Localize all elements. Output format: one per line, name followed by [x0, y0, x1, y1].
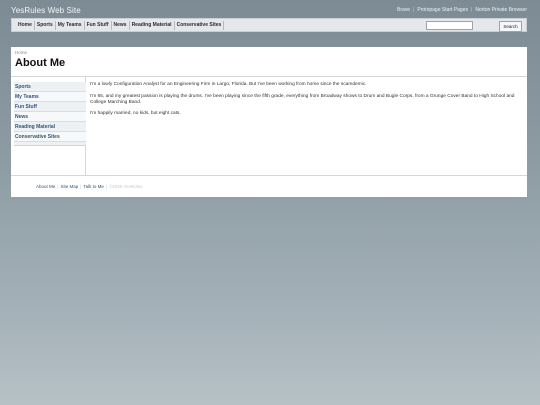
search-button[interactable]: Search	[499, 21, 522, 32]
page-container: Home About Me Sports My Teams Fun Stuff …	[11, 47, 527, 197]
sidebar-list: Sports My Teams Fun Stuff News Reading M…	[14, 82, 86, 146]
toplink-protopage[interactable]: Protopage Start Pages	[417, 7, 468, 13]
footer-link-talk-to-me[interactable]: Talk to Me	[83, 184, 104, 189]
separator: |	[57, 184, 59, 189]
sidebar-item-my-teams[interactable]: My Teams	[14, 92, 86, 102]
nav-item-reading-material[interactable]: Reading Material	[130, 20, 175, 30]
sidebar-item-conservative-sites[interactable]: Conservative Sites	[14, 132, 86, 142]
search-input[interactable]	[426, 21, 473, 30]
sidebar: Sports My Teams Fun Stuff News Reading M…	[11, 77, 86, 176]
separator: |	[471, 7, 473, 13]
sidebar-item-sports[interactable]: Sports	[14, 82, 86, 92]
toplink-norton[interactable]: Norton Private Browser	[475, 7, 527, 13]
content-paragraph: I'm 65, and my greatest passion is playi…	[90, 94, 515, 105]
footer: About Me | Site Map | Talk to Me | ©2025…	[36, 184, 142, 189]
page-title: About Me	[15, 57, 66, 69]
footer-link-about-me[interactable]: About Me	[36, 184, 55, 189]
nav-item-fun-stuff[interactable]: Fun Stuff	[85, 20, 112, 30]
toplink-brave[interactable]: Brave	[397, 7, 410, 13]
sidebar-footer	[14, 142, 86, 146]
main-content: I'm a lowly Configuration Analyst for an…	[90, 82, 522, 123]
nav-item-my-teams[interactable]: My Teams	[56, 20, 85, 30]
sidebar-item-news[interactable]: News	[14, 112, 86, 122]
separator: |	[105, 184, 108, 189]
nav-item-home[interactable]: Home	[16, 20, 35, 30]
top-links: Brave | Protopage Start Pages | Norton P…	[397, 7, 527, 13]
content-paragraph: I'm happily married, no kids, but eight …	[90, 111, 181, 117]
nav-item-conservative-sites[interactable]: Conservative Sites	[175, 20, 225, 30]
nav-items: Home Sports My Teams Fun Stuff News Read…	[16, 19, 225, 31]
separator: |	[80, 184, 82, 189]
sidebar-item-reading-material[interactable]: Reading Material	[14, 122, 86, 132]
breadcrumb[interactable]: Home	[15, 50, 27, 55]
copyright: ©2025 YesRules	[109, 184, 143, 189]
site-title: YesRules Web Site	[11, 6, 81, 15]
nav-item-sports[interactable]: Sports	[35, 20, 56, 30]
nav-item-news[interactable]: News	[112, 20, 130, 30]
divider	[11, 76, 527, 77]
sidebar-item-fun-stuff[interactable]: Fun Stuff	[14, 102, 86, 112]
divider	[11, 175, 527, 176]
separator: |	[413, 7, 415, 13]
nav-bar: Home Sports My Teams Fun Stuff News Read…	[11, 18, 527, 32]
footer-link-site-map[interactable]: Site Map	[60, 184, 78, 189]
content-paragraph: I'm a lowly Configuration Analyst for an…	[90, 82, 367, 87]
